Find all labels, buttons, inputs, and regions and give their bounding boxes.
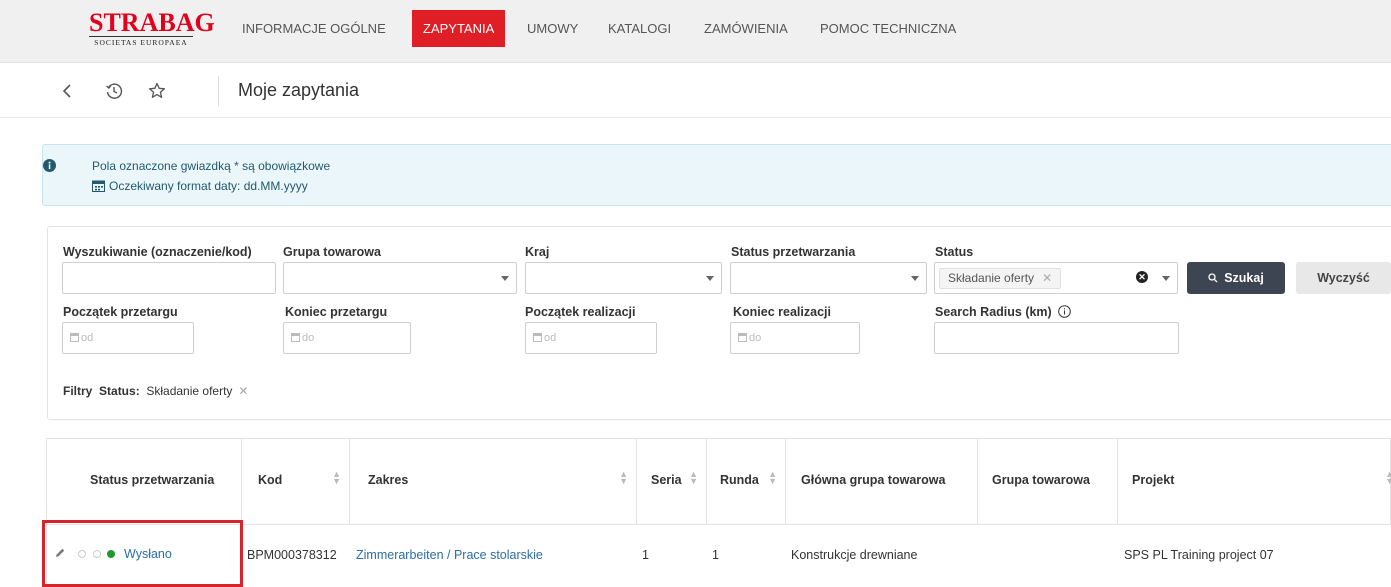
info-icon bbox=[43, 159, 56, 172]
column-header-project[interactable]: Projekt ▲ ▼ bbox=[1118, 438, 1391, 525]
realization-start-date-input[interactable]: od bbox=[525, 322, 657, 354]
date-placeholder: do bbox=[291, 332, 314, 344]
row-code: BPM000378312 bbox=[247, 548, 337, 562]
country-select[interactable] bbox=[525, 262, 722, 294]
calendar-icon bbox=[70, 333, 79, 342]
status-label: Status bbox=[935, 245, 974, 259]
required-note-line: Pola oznaczone gwiazdką * są obowiązkowe bbox=[43, 159, 331, 173]
row-scope-link[interactable]: Zimmerarbeiten / Prace stolarskie bbox=[356, 548, 543, 562]
calendar-icon bbox=[92, 179, 105, 192]
processing-status-label: Status przetwarzania bbox=[731, 245, 856, 259]
realization-end-label: Koniec realizacji bbox=[733, 305, 831, 319]
chevron-down-icon bbox=[706, 276, 714, 281]
calendar-icon bbox=[291, 333, 300, 342]
tender-start-date-input[interactable]: od bbox=[62, 322, 194, 354]
active-filter-value: Składanie oferty bbox=[146, 384, 233, 398]
search-label: Wyszukiwanie (oznaczenie/kod) bbox=[63, 245, 252, 259]
column-header-group[interactable]: Grupa towarowa bbox=[978, 438, 1118, 525]
product-group-label: Grupa towarowa bbox=[283, 245, 381, 259]
chevron-down-icon bbox=[911, 276, 919, 281]
nav-item-umowy[interactable]: UMOWY bbox=[527, 10, 578, 47]
nav-item-katalogi[interactable]: KATALOGI bbox=[608, 10, 671, 47]
column-header-round[interactable]: Runda ▲ ▼ bbox=[707, 438, 786, 525]
calendar-icon bbox=[738, 333, 747, 342]
chevron-down-icon bbox=[501, 276, 509, 281]
status-tag-label: Składanie oferty bbox=[948, 271, 1035, 285]
row-round: 1 bbox=[712, 548, 719, 562]
product-group-select[interactable] bbox=[283, 262, 517, 294]
chevron-down-icon bbox=[1162, 276, 1170, 281]
sort-icon[interactable]: ▲ ▼ bbox=[689, 470, 698, 486]
search-icon bbox=[1208, 273, 1218, 283]
date-placeholder: do bbox=[738, 332, 761, 344]
strabag-logo[interactable]: STRABAG SOCIETAS EUROPAEA bbox=[89, 8, 215, 49]
logo-rule bbox=[89, 36, 193, 37]
calendar-icon bbox=[533, 333, 542, 342]
column-header-main-group[interactable]: Główna grupa towarowa bbox=[786, 438, 978, 525]
clear-button[interactable]: Wyczyść bbox=[1296, 262, 1391, 294]
column-header-series[interactable]: Seria ▲ ▼ bbox=[637, 438, 707, 525]
sort-icon[interactable]: ▲ ▼ bbox=[619, 470, 628, 486]
column-header-code[interactable]: Kod ▲ ▼ bbox=[242, 438, 350, 525]
history-icon[interactable] bbox=[104, 81, 124, 101]
realization-end-date-input[interactable]: do bbox=[730, 322, 860, 354]
search-button-label: Szukaj bbox=[1224, 271, 1264, 285]
nav-item-pomoc[interactable]: POMOC TECHNICZNA bbox=[820, 10, 956, 47]
radius-label: Search Radius (km) bbox=[935, 305, 1072, 319]
realization-start-label: Początek realizacji bbox=[525, 305, 636, 319]
active-filters: Filtry Status: Składanie oferty ✕ bbox=[63, 384, 248, 398]
row-series: 1 bbox=[642, 548, 649, 562]
date-format-text: Oczekiwany format daty: dd.MM.yyyy bbox=[109, 179, 308, 193]
remove-tag-icon[interactable]: ✕ bbox=[1042, 271, 1052, 285]
star-icon[interactable] bbox=[147, 81, 167, 101]
search-input[interactable] bbox=[62, 262, 276, 294]
active-filter-key: Status: bbox=[99, 384, 140, 398]
status-highlight-box bbox=[42, 520, 243, 587]
clear-selection-icon[interactable]: ✕ bbox=[1136, 271, 1148, 283]
sort-icon[interactable]: ▲ ▼ bbox=[1385, 470, 1391, 486]
tender-start-label: Początek przetargu bbox=[63, 305, 178, 319]
chevron-left-icon[interactable] bbox=[58, 81, 78, 101]
date-placeholder: od bbox=[70, 332, 93, 344]
country-label: Kraj bbox=[525, 245, 550, 259]
page-toolbar: Moje zapytania bbox=[0, 63, 1391, 118]
column-header-status[interactable]: Status przetwarzania bbox=[47, 438, 242, 525]
date-format-line: Oczekiwany format daty: dd.MM.yyyy bbox=[92, 179, 308, 193]
logo-wordmark: STRABAG bbox=[89, 8, 215, 37]
radius-input[interactable] bbox=[934, 322, 1179, 354]
active-filters-label: Filtry bbox=[63, 384, 93, 398]
info-alert: Pola oznaczone gwiazdką * są obowiązkowe… bbox=[42, 144, 1391, 206]
search-button[interactable]: Szukaj bbox=[1187, 262, 1285, 294]
toolbar-divider bbox=[218, 76, 219, 106]
processing-status-select[interactable] bbox=[730, 262, 927, 294]
sort-icon[interactable]: ▲ ▼ bbox=[332, 470, 341, 486]
logo-tagline: SOCIETAS EUROPAEA bbox=[94, 38, 188, 47]
row-main-group: Konstrukcje drewniane bbox=[791, 548, 918, 562]
tender-end-label: Koniec przetargu bbox=[285, 305, 388, 319]
date-placeholder: od bbox=[533, 332, 556, 344]
tender-end-date-input[interactable]: do bbox=[283, 322, 411, 354]
nav-item-informacje[interactable]: INFORMACJE OGÓLNE bbox=[242, 10, 386, 47]
sort-icon[interactable]: ▲ ▼ bbox=[768, 470, 777, 486]
nav-item-zapytania[interactable]: ZAPYTANIA bbox=[412, 10, 506, 47]
required-note-text: Pola oznaczone gwiazdką * są obowiązkowe bbox=[92, 159, 331, 173]
remove-filter-icon[interactable]: ✕ bbox=[238, 384, 248, 398]
nav-item-zamowienia[interactable]: ZAMÓWIENIA bbox=[704, 10, 788, 47]
top-navigation: STRABAG SOCIETAS EUROPAEA INFORMACJE OGÓ… bbox=[0, 0, 1391, 63]
column-header-scope[interactable]: Zakres ▲ ▼ bbox=[350, 438, 637, 525]
row-project: SPS PL Training project 07 bbox=[1124, 548, 1274, 562]
info-circle-icon[interactable] bbox=[1058, 305, 1072, 318]
page-title: Moje zapytania bbox=[238, 80, 360, 100]
status-tag[interactable]: Składanie oferty ✕ bbox=[939, 268, 1062, 289]
